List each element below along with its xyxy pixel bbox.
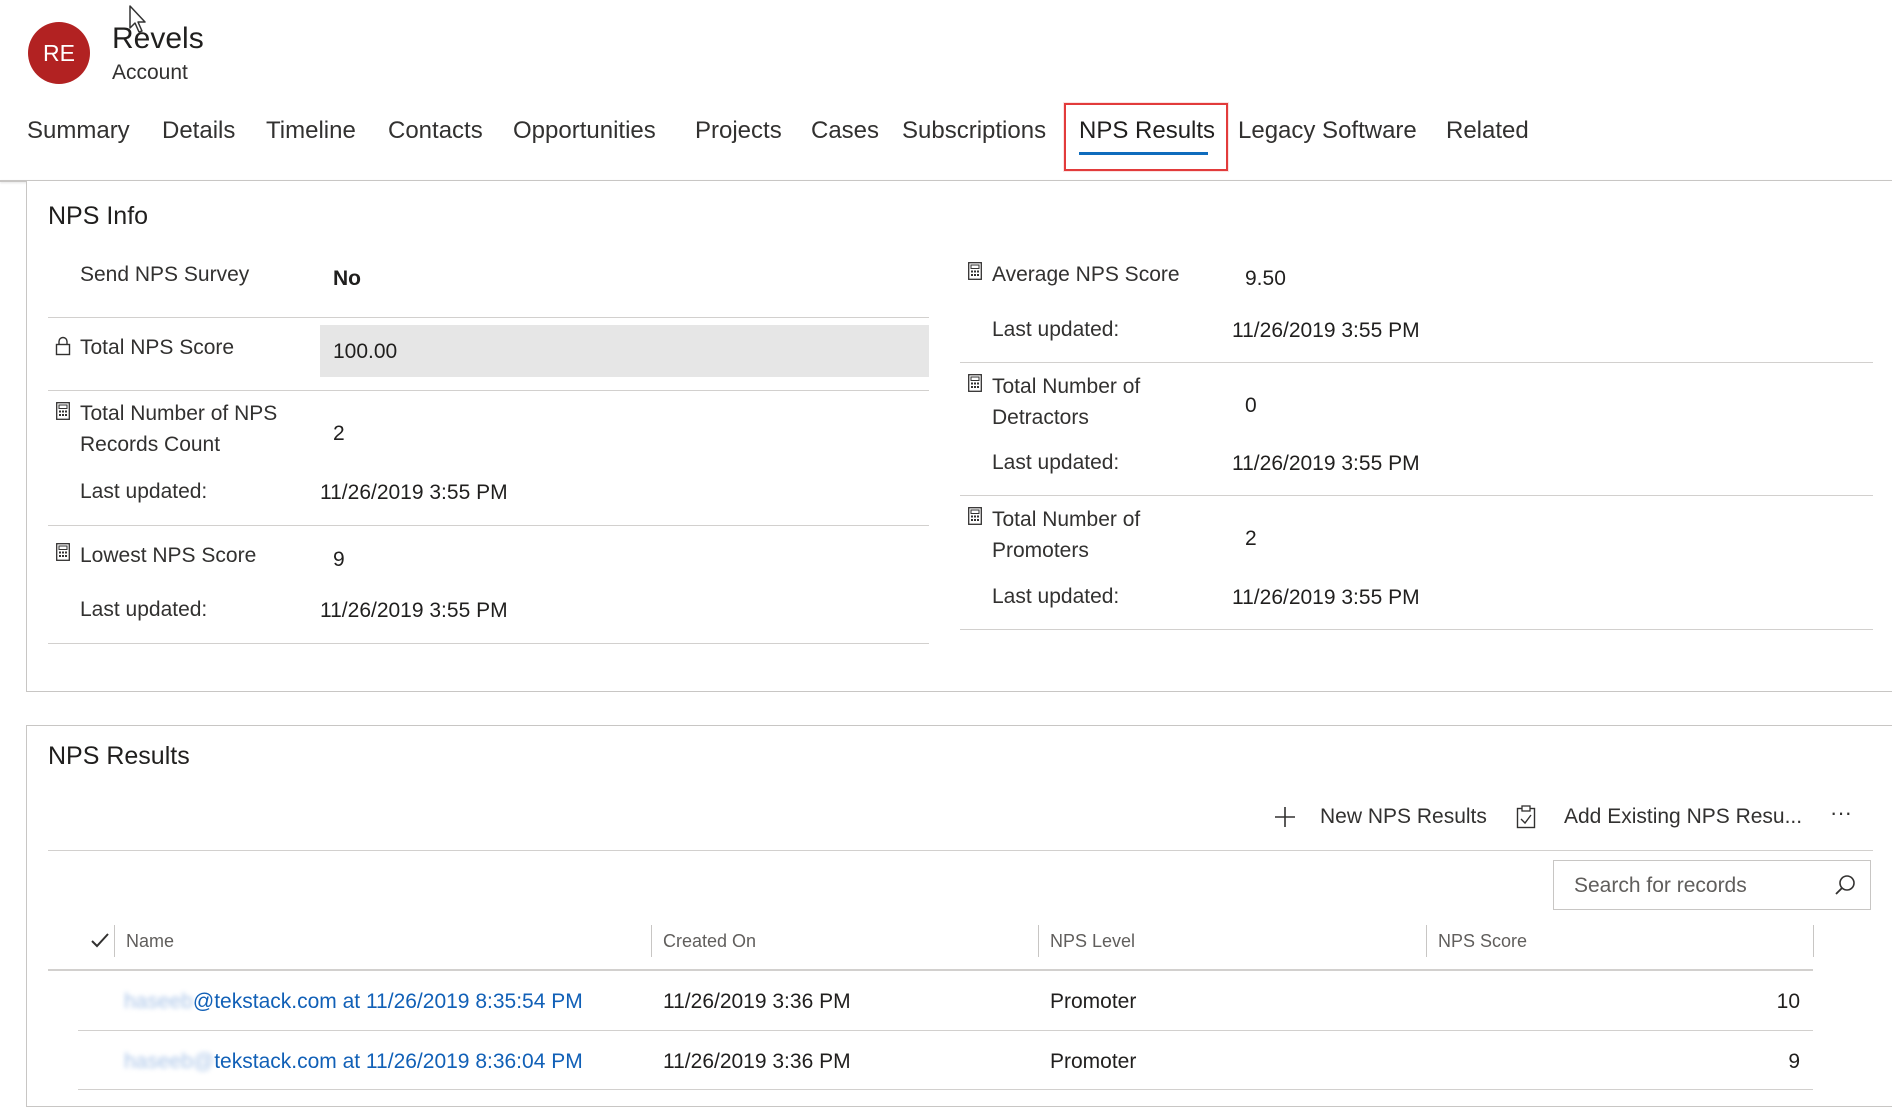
column-divider bbox=[1038, 925, 1039, 957]
calculator-icon bbox=[968, 507, 982, 525]
detractors-updated-value: 11/26/2019 3:55 PM bbox=[1232, 452, 1420, 475]
field-divider bbox=[960, 362, 1873, 363]
add-existing-nps-results-label: Add Existing NPS Resu... bbox=[1564, 805, 1803, 828]
lock-icon bbox=[55, 336, 71, 356]
field-divider bbox=[960, 495, 1873, 496]
records-count-label-line2: Records Count bbox=[80, 433, 221, 456]
row-created-on: 11/26/2019 3:36 PM bbox=[663, 990, 851, 1013]
total-nps-score-label: Total NPS Score bbox=[80, 336, 235, 359]
row-name-link[interactable]: haseeb@tekstack.com at 11/26/2019 8:35:5… bbox=[124, 990, 583, 1014]
row-name-text: tekstack.com at 11/26/2019 8:36:04 PM bbox=[214, 1050, 583, 1073]
tab-highlight-box bbox=[1064, 103, 1228, 171]
lowest-nps-score-value: 9 bbox=[333, 548, 345, 571]
row-name-link[interactable]: haseeb@tekstack.com at 11/26/2019 8:36:0… bbox=[124, 1050, 583, 1074]
lowest-score-updated-value: 11/26/2019 3:55 PM bbox=[320, 599, 508, 622]
lowest-nps-score-label: Lowest NPS Score bbox=[80, 544, 257, 567]
nps-results-title: NPS Results bbox=[48, 742, 190, 770]
promoters-updated-value: 11/26/2019 3:55 PM bbox=[1232, 586, 1420, 609]
column-divider bbox=[114, 925, 115, 957]
tab-timeline[interactable]: Timeline bbox=[266, 112, 356, 150]
field-divider bbox=[48, 317, 929, 318]
promoters-value: 2 bbox=[1245, 527, 1257, 550]
average-score-updated-label: Last updated: bbox=[992, 318, 1120, 341]
clipboard-icon bbox=[1516, 805, 1536, 829]
search-input[interactable] bbox=[1554, 861, 1846, 911]
command-bar-divider bbox=[48, 850, 1873, 851]
promoters-updated-label: Last updated: bbox=[992, 585, 1120, 608]
total-nps-score-field bbox=[320, 325, 929, 377]
row-nps-level: Promoter bbox=[1050, 990, 1137, 1013]
promoters-label-line2: Promoters bbox=[992, 539, 1089, 562]
average-nps-score-value: 9.50 bbox=[1245, 267, 1286, 290]
column-header-created-on[interactable]: Created On bbox=[663, 931, 756, 952]
column-divider bbox=[651, 925, 652, 957]
tab-details[interactable]: Details bbox=[162, 112, 235, 150]
column-divider bbox=[1813, 925, 1814, 957]
average-score-updated-value: 11/26/2019 3:55 PM bbox=[1232, 319, 1420, 342]
average-nps-score-label: Average NPS Score bbox=[992, 263, 1180, 286]
tab-legacy-software[interactable]: Legacy Software bbox=[1238, 112, 1417, 150]
calculator-icon bbox=[56, 543, 70, 561]
nps-info-section bbox=[26, 181, 1892, 692]
column-header-nps-score[interactable]: NPS Score bbox=[1438, 931, 1527, 952]
row-nps-level: Promoter bbox=[1050, 1050, 1137, 1073]
lowest-score-updated-label: Last updated: bbox=[80, 598, 208, 621]
field-divider bbox=[960, 629, 1873, 630]
column-divider bbox=[1426, 925, 1427, 957]
detractors-value: 0 bbox=[1245, 394, 1257, 417]
record-avatar: RE bbox=[28, 22, 90, 84]
detractors-updated-label: Last updated: bbox=[992, 451, 1120, 474]
tab-contacts[interactable]: Contacts bbox=[388, 112, 483, 150]
nps-info-title: NPS Info bbox=[48, 202, 149, 230]
tab-opportunities[interactable]: Opportunities bbox=[513, 112, 656, 150]
select-all-checkmark-icon[interactable] bbox=[90, 932, 110, 950]
field-divider bbox=[48, 390, 929, 391]
column-header-name[interactable]: Name bbox=[126, 931, 174, 952]
add-existing-nps-results-button[interactable]: Add Existing NPS Resu... bbox=[1516, 802, 1802, 834]
plus-icon bbox=[1275, 807, 1295, 827]
send-nps-survey-value[interactable]: No bbox=[333, 267, 361, 291]
records-count-updated-value: 11/26/2019 3:55 PM bbox=[320, 481, 508, 504]
tab-subscriptions[interactable]: Subscriptions bbox=[902, 112, 1046, 150]
calculator-icon bbox=[968, 374, 982, 392]
tab-related[interactable]: Related bbox=[1446, 112, 1529, 150]
field-divider bbox=[48, 525, 929, 526]
redacted-email: haseeb@ bbox=[124, 1050, 215, 1073]
send-nps-survey-label: Send NPS Survey bbox=[80, 263, 250, 286]
row-divider bbox=[78, 1089, 1813, 1090]
calculator-icon bbox=[56, 402, 70, 420]
record-entity-type: Account bbox=[112, 61, 188, 84]
row-name-text: @tekstack.com at 11/26/2019 8:35:54 PM bbox=[192, 990, 583, 1013]
row-created-on: 11/26/2019 3:36 PM bbox=[663, 1050, 851, 1073]
calculator-icon bbox=[968, 262, 982, 280]
total-nps-score-value: 100.00 bbox=[333, 340, 398, 363]
tab-summary[interactable]: Summary bbox=[27, 112, 130, 150]
row-nps-score: 9 bbox=[1788, 1050, 1800, 1073]
tab-projects[interactable]: Projects bbox=[695, 112, 782, 150]
records-count-updated-label: Last updated: bbox=[80, 480, 208, 503]
new-nps-results-label: New NPS Results bbox=[1320, 805, 1487, 828]
search-box bbox=[1553, 860, 1871, 911]
detractors-label-line2: Detractors bbox=[992, 406, 1089, 429]
detractors-label-line1: Total Number of bbox=[992, 375, 1141, 398]
more-commands-button[interactable]: ··· bbox=[1830, 800, 1852, 826]
records-count-label-line1: Total Number of NPS bbox=[80, 402, 278, 425]
grid-header-divider bbox=[48, 969, 1813, 971]
promoters-label-line1: Total Number of bbox=[992, 508, 1141, 531]
redacted-email: haseeb bbox=[124, 990, 193, 1013]
records-count-value: 2 bbox=[333, 422, 345, 445]
column-header-nps-level[interactable]: NPS Level bbox=[1050, 931, 1135, 952]
row-nps-score: 10 bbox=[1776, 990, 1800, 1013]
tab-cases[interactable]: Cases bbox=[811, 112, 879, 150]
field-divider bbox=[48, 643, 929, 644]
record-title: Revels bbox=[112, 22, 204, 55]
search-icon[interactable] bbox=[1834, 874, 1856, 896]
